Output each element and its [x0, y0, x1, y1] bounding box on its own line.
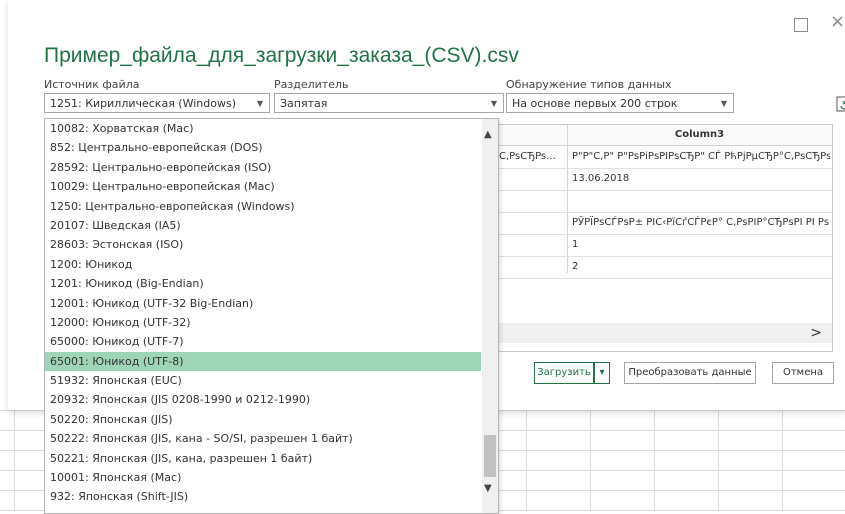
dropdown-option[interactable]: 50221: Японская (JIS, кана, разрешен 1 б… [45, 449, 481, 468]
table-cell: 1 [572, 239, 579, 250]
table-row: 2 [497, 256, 832, 279]
chevron-down-icon: ▼ [256, 99, 263, 108]
type-detection-value: На основе первых 200 строк [512, 97, 678, 110]
delimiter-value: Запятая [280, 97, 328, 110]
cancel-button[interactable]: Отмена [772, 362, 834, 384]
dropdown-option[interactable]: 10082: Хорватская (Mac) [45, 119, 481, 138]
load-options-button[interactable]: ▾ [594, 362, 610, 384]
table-cell: C,PsCЂPs... [499, 151, 556, 162]
dropdown-option[interactable]: 1250: Центрально-европейская (Windows) [45, 197, 481, 216]
file-origin-select[interactable]: 1251: Кириллическая (Windows) ▼ [44, 93, 270, 113]
dropdown-option[interactable]: 1201: Юникод (Big-Endian) [45, 274, 481, 293]
dropdown-option[interactable]: 12001: Юникод (UTF-32 Big-Endian) [45, 294, 481, 313]
refresh-icon[interactable] [836, 96, 845, 112]
dropdown-option[interactable]: 28603: Эстонская (ISO) [45, 235, 481, 254]
scroll-up-icon[interactable]: ▲ [484, 129, 492, 140]
table-row: C,PsCЂPs... Р"Р"С,Р" Р"РѕРіРѕРІРѕСЂР" СЃ… [497, 146, 832, 169]
type-detection-select[interactable]: На основе первых 200 строк ▼ [506, 93, 734, 113]
load-button[interactable]: Загрузить [534, 362, 594, 384]
dropdown-option[interactable]: 20932: Японская (JIS 0208-1990 и 0212-19… [45, 390, 481, 409]
scroll-thumb[interactable] [484, 435, 496, 477]
dropdown-option[interactable]: 50220: Японская (JIS) [45, 410, 481, 429]
dropdown-option[interactable]: 12000: Юникод (UTF-32) [45, 313, 481, 332]
dropdown-option[interactable]: 10001: Японская (Mac) [45, 468, 481, 487]
encoding-dropdown-list[interactable]: 10082: Хорватская (Mac) 852: Центрально-е… [44, 118, 499, 514]
transform-data-button[interactable]: Преобразовать данные [624, 362, 756, 384]
table-cell: 13.06.2018 [572, 173, 630, 184]
dropdown-option[interactable]: 51932: Японская (EUC) [45, 371, 481, 390]
type-detection-label: Обнаружение типов данных [506, 78, 672, 91]
table-cell: Р"Р"С,Р" Р"РѕРіРѕРІРѕСЂР" СЃ РћРјРµСЂР°С… [572, 151, 830, 162]
delimiter-select[interactable]: Запятая ▼ [274, 93, 504, 113]
file-origin-label: Источник файла [44, 78, 140, 91]
chevron-down-icon: ▼ [490, 99, 497, 108]
dropdown-option[interactable]: 932: Японская (Shift-JIS) [45, 487, 481, 506]
vertical-scrollbar[interactable]: ▲ ▼ [482, 119, 498, 513]
table-row [497, 190, 832, 213]
chevron-down-icon: ▼ [720, 99, 727, 108]
horizontal-scrollbar[interactable]: > [497, 323, 832, 343]
dropdown-option[interactable]: 65001: Юникод (UTF-8) [45, 351, 481, 372]
delimiter-label: Разделитель [274, 78, 349, 91]
dropdown-option[interactable]: 50222: Японская (JIS, кана - SO/SI, разр… [45, 429, 481, 448]
close-button[interactable]: × [830, 12, 845, 32]
preview-header-row: Column3 [497, 125, 832, 146]
table-cell: РЎРЇРѕСЃРѕР± РІС‹РїСѓСЃРєР° С‚РѕРІР°СЂРѕ… [572, 217, 830, 228]
encoding-options: 10082: Хорватская (Mac) 852: Центрально-е… [45, 119, 481, 507]
column-header[interactable]: Column3 [567, 125, 832, 145]
dropdown-option[interactable]: 28592: Центрально-европейская (ISO) [45, 158, 481, 177]
table-row: РЎРЇРѕСЃРѕР± РІС‹РїСѓСЃРєР° С‚РѕРІР°СЂРѕ… [497, 212, 832, 235]
dropdown-option[interactable]: 852: Центрально-европейская (DOS) [45, 138, 481, 157]
file-origin-value: 1251: Кириллическая (Windows) [50, 97, 236, 110]
dropdown-option[interactable]: 65000: Юникод (UTF-7) [45, 332, 481, 351]
table-row: 1 [497, 234, 832, 257]
dialog-title: Пример_файла_для_загрузки_заказа_(CSV).c… [44, 44, 519, 67]
dropdown-option[interactable]: 1200: Юникод [45, 255, 481, 274]
scroll-down-icon[interactable]: ▼ [484, 483, 492, 494]
dropdown-option[interactable]: 10029: Центрально-европейская (Mac) [45, 177, 481, 196]
scroll-right-icon[interactable]: > [810, 323, 822, 343]
table-cell: 2 [572, 261, 579, 272]
table-row: 13.06.2018 [497, 168, 832, 191]
maximize-button[interactable] [794, 18, 808, 32]
dropdown-option[interactable]: 20107: Шведская (IA5) [45, 216, 481, 235]
data-preview-table: Column3 C,PsCЂPs... Р"Р"С,Р" Р"РѕРіРѕРІР… [496, 124, 833, 352]
